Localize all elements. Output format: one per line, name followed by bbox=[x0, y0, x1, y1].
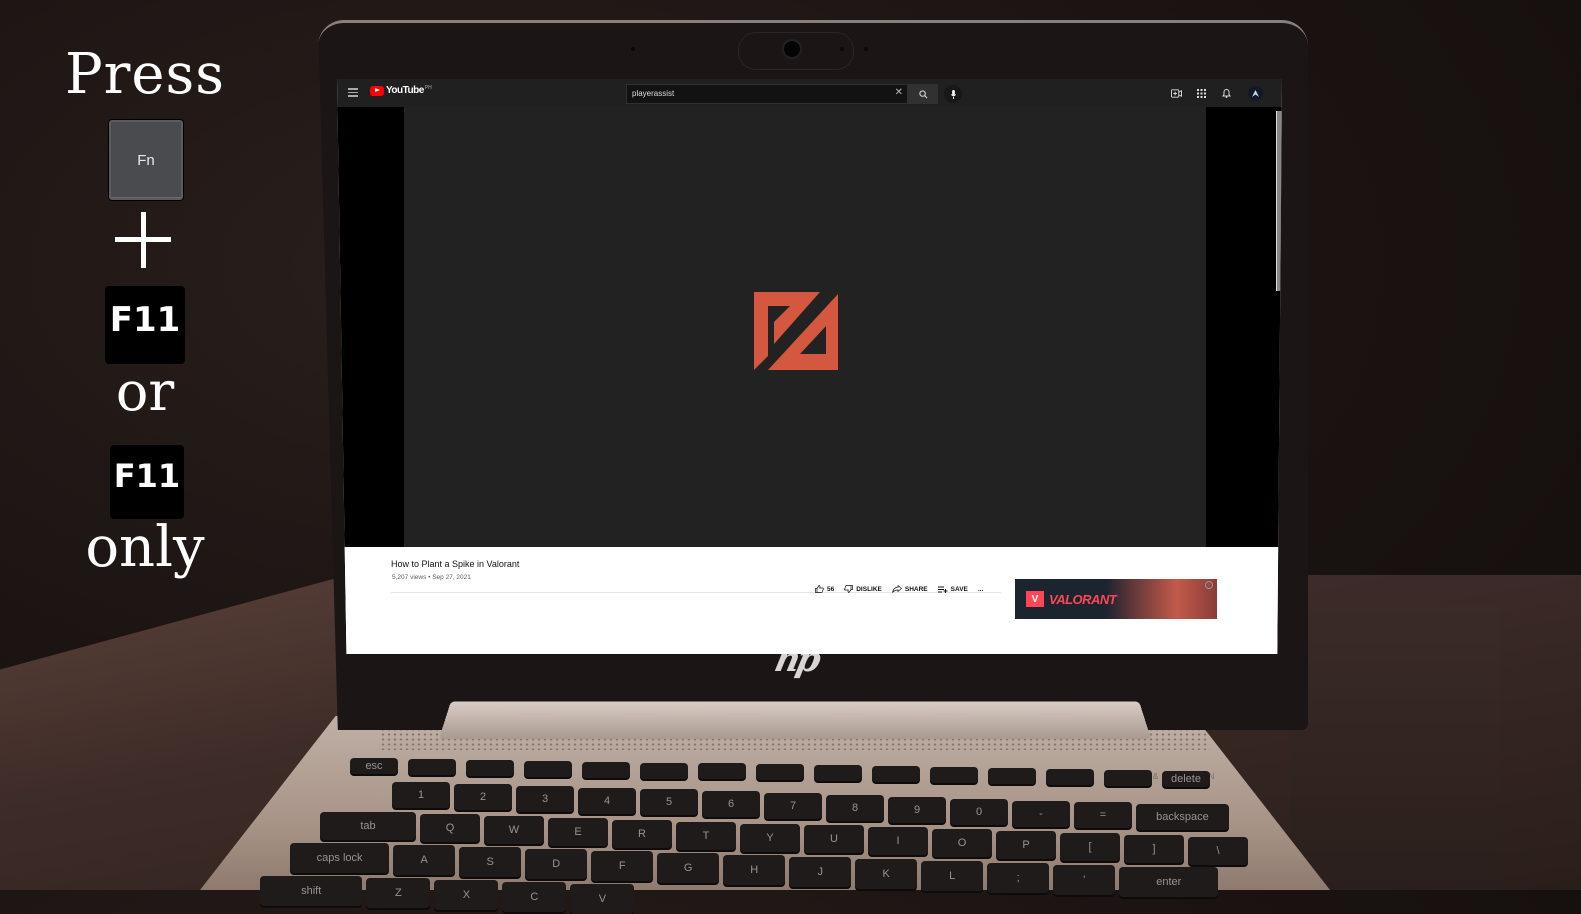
create-video-icon bbox=[1170, 88, 1182, 98]
instruction-panel: Press Fn F11 or F11 only bbox=[0, 0, 290, 890]
notifications-bell-icon bbox=[1221, 89, 1231, 98]
background-box bbox=[1290, 605, 1500, 890]
youtube-logo[interactable]: YouTube PH bbox=[370, 85, 432, 96]
share-button[interactable]: SHARE bbox=[892, 585, 928, 593]
press-label: Press bbox=[64, 42, 226, 107]
youtube-logo-text: YouTube bbox=[386, 85, 424, 96]
f11-key-alt: F11 bbox=[110, 445, 184, 519]
thumbs-up-icon bbox=[815, 585, 824, 593]
notifications-button[interactable] bbox=[1220, 87, 1232, 99]
avatar-image bbox=[1252, 90, 1259, 97]
video-meta: 5,207 views • Sep 27, 2021 bbox=[392, 574, 471, 581]
video-title: How to Plant a Spike in Valorant bbox=[391, 559, 520, 569]
search-icon bbox=[918, 89, 928, 99]
thumbs-down-icon bbox=[844, 585, 854, 593]
search-input-value: playerassist bbox=[632, 89, 675, 98]
dislike-label: DISLIKE bbox=[856, 585, 882, 593]
view-count: 5,207 views bbox=[392, 574, 427, 581]
save-label: SAVE bbox=[950, 585, 968, 593]
sensor-dot bbox=[631, 47, 635, 51]
valorant-logo-icon: V bbox=[1026, 591, 1044, 607]
menu-icon[interactable] bbox=[348, 88, 358, 97]
video-frame[interactable] bbox=[404, 107, 1206, 547]
sensor-dot bbox=[864, 47, 868, 51]
webcam-icon bbox=[784, 41, 800, 57]
only-label: only bbox=[85, 515, 205, 580]
create-video-button[interactable] bbox=[1170, 87, 1182, 99]
video-actions: 56 DISLIKE SHARE SAVE ... bbox=[815, 585, 983, 593]
apps-button[interactable] bbox=[1195, 87, 1207, 99]
more-actions-button[interactable]: ... bbox=[978, 586, 983, 593]
search-button[interactable] bbox=[908, 84, 938, 104]
laptop-screen: YouTube PH playerassist ✕ How to Plant a… bbox=[337, 79, 1282, 654]
share-icon bbox=[892, 585, 902, 593]
ad-info-icon[interactable]: i bbox=[1205, 581, 1213, 589]
video-player[interactable]: CLICK TO SUBSCRIBE bbox=[337, 107, 1282, 564]
like-count: 56 bbox=[827, 585, 835, 593]
apps-grid-icon bbox=[1196, 88, 1206, 98]
avatar[interactable] bbox=[1248, 86, 1263, 101]
channel-logo-icon bbox=[754, 292, 838, 370]
plus-icon bbox=[115, 212, 171, 268]
country-badge: PH bbox=[424, 84, 432, 91]
speaker-brand-label: BANG & OLUFSEN bbox=[1118, 772, 1217, 781]
or-label: or bbox=[115, 360, 175, 423]
video-info: How to Plant a Spike in Valorant 5,207 v… bbox=[337, 547, 1282, 654]
ad-brand: VALORANT bbox=[1049, 591, 1117, 607]
like-button[interactable]: 56 bbox=[815, 585, 834, 593]
youtube-play-icon bbox=[370, 85, 384, 96]
save-playlist-icon bbox=[937, 586, 948, 593]
dislike-button[interactable]: DISLIKE bbox=[844, 585, 882, 593]
fn-key: Fn bbox=[108, 119, 184, 201]
valorant-ad-banner[interactable]: V VALORANT i bbox=[1015, 579, 1217, 619]
save-button[interactable]: SAVE bbox=[937, 585, 968, 593]
mic-icon bbox=[950, 89, 956, 99]
laptop-hinge bbox=[438, 701, 1152, 740]
sensor-dot bbox=[840, 47, 844, 51]
clear-search-icon[interactable]: ✕ bbox=[895, 87, 903, 98]
voice-search-button[interactable] bbox=[944, 85, 962, 103]
upload-date: Sep 27, 2021 bbox=[432, 574, 471, 581]
share-label: SHARE bbox=[904, 585, 928, 593]
youtube-header: YouTube PH playerassist ✕ bbox=[337, 79, 1282, 107]
search-input[interactable]: playerassist ✕ bbox=[626, 84, 908, 104]
more-icon: ... bbox=[977, 585, 984, 593]
f11-key: F11 bbox=[105, 286, 185, 364]
